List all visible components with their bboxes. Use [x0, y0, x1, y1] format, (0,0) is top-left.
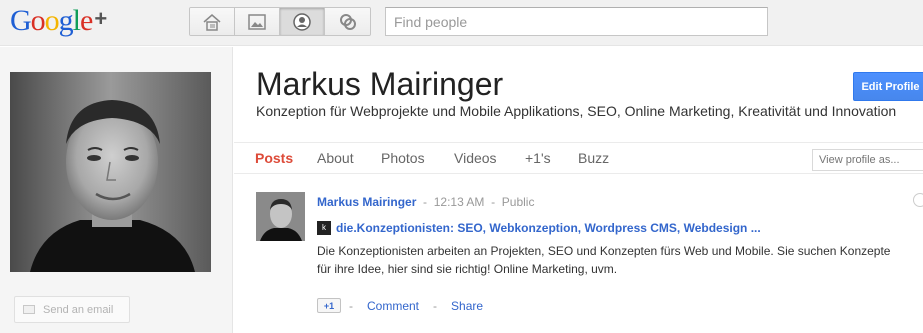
tab-about[interactable]: About: [317, 150, 354, 166]
view-profile-as-input[interactable]: [812, 149, 923, 171]
edit-profile-button[interactable]: Edit Profile: [853, 72, 923, 101]
post-time[interactable]: 12:13 AM: [434, 195, 485, 209]
send-email-label: Send an email: [43, 303, 114, 316]
post-actions: +1 - Comment - Share: [317, 298, 483, 313]
google-plus-logo[interactable]: Google+: [10, 4, 107, 40]
action-separator: -: [433, 298, 438, 313]
tab-posts[interactable]: Posts: [255, 150, 293, 166]
logo-letter-g2: g: [58, 4, 74, 37]
photos-icon: [248, 13, 266, 30]
share-link[interactable]: Share: [451, 299, 483, 313]
post-body: Die Konzeptionisten arbeiten an Projekte…: [317, 244, 891, 276]
logo-letter-l: l: [72, 4, 81, 37]
tab-photos[interactable]: Photos: [381, 150, 425, 166]
profile-tabs: Posts About Photos Videos +1's Buzz: [234, 142, 923, 174]
left-column: Send an email: [0, 47, 233, 333]
home-icon: [203, 13, 221, 31]
nav-photos-button[interactable]: [235, 8, 280, 35]
post-author-link[interactable]: Markus Mairinger: [317, 195, 416, 209]
nav-circles-button[interactable]: [325, 8, 370, 35]
shared-link: k die.Konzeptionisten: SEO, Webkonzeptio…: [317, 221, 761, 235]
nav-home-button[interactable]: [190, 8, 235, 35]
top-bar: Google+: [0, 0, 923, 46]
tab-buzz[interactable]: Buzz: [578, 150, 609, 166]
profile-name: Markus Mairinger: [256, 66, 504, 102]
logo-plus: +: [94, 6, 107, 31]
profile-icon: [293, 12, 311, 31]
profile-tagline: Konzeption für Webprojekte und Mobile Ap…: [256, 103, 897, 119]
post-menu-icon[interactable]: [913, 193, 923, 207]
action-separator: -: [349, 298, 353, 313]
nav-profile-button[interactable]: [280, 8, 325, 35]
meta-separator: -: [423, 195, 428, 209]
profile-photo[interactable]: [10, 72, 211, 272]
find-people-input[interactable]: [385, 7, 768, 36]
meta-separator: -: [491, 195, 496, 209]
logo-letter-o2: o: [44, 4, 60, 37]
send-email-button[interactable]: Send an email: [14, 296, 130, 323]
tab-plusones[interactable]: +1's: [525, 150, 551, 166]
logo-letter-o1: o: [30, 4, 46, 37]
post-meta: Markus Mairinger - 12:13 AM - Public: [317, 195, 534, 209]
plus-one-button[interactable]: +1: [317, 298, 341, 313]
mail-icon: [23, 305, 35, 314]
shared-link-title[interactable]: die.Konzeptionisten: SEO, Webkonzeption,…: [336, 221, 761, 235]
post-author-avatar[interactable]: [256, 192, 305, 241]
post-visibility[interactable]: Public: [502, 195, 535, 209]
main-nav: [189, 7, 371, 36]
logo-letter-g: G: [10, 4, 32, 37]
site-favicon-icon: k: [317, 221, 331, 235]
circles-icon: [339, 13, 356, 30]
comment-link[interactable]: Comment: [367, 299, 419, 313]
tab-videos[interactable]: Videos: [454, 150, 497, 166]
logo-letter-e: e: [80, 4, 93, 37]
